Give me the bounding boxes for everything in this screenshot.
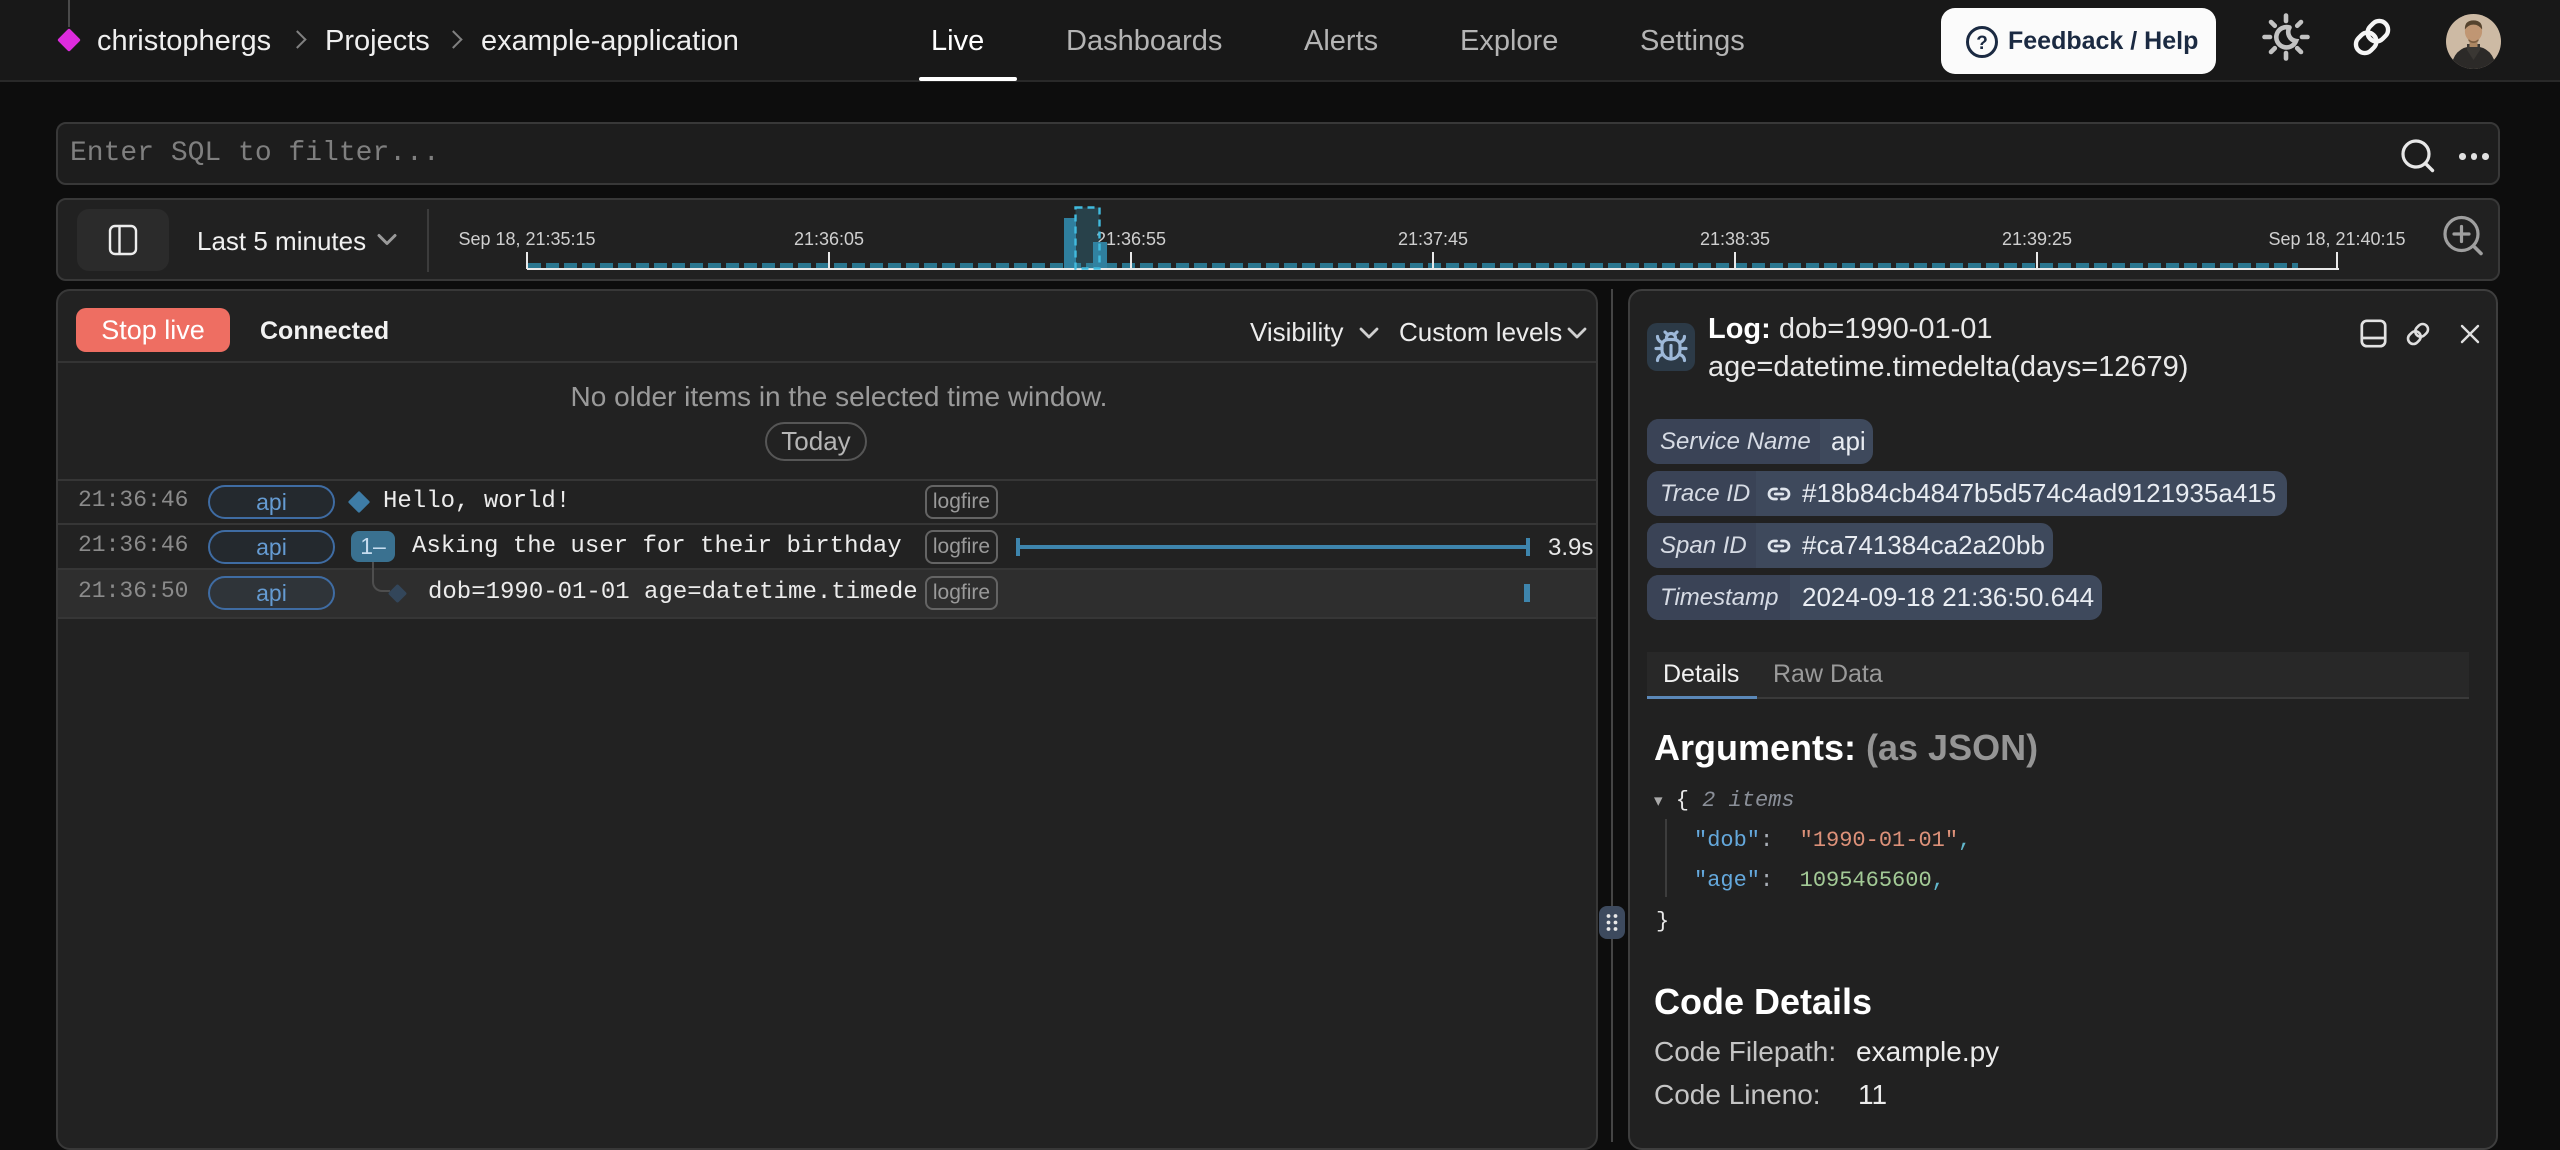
svg-text:?: ? [1976,33,1988,54]
